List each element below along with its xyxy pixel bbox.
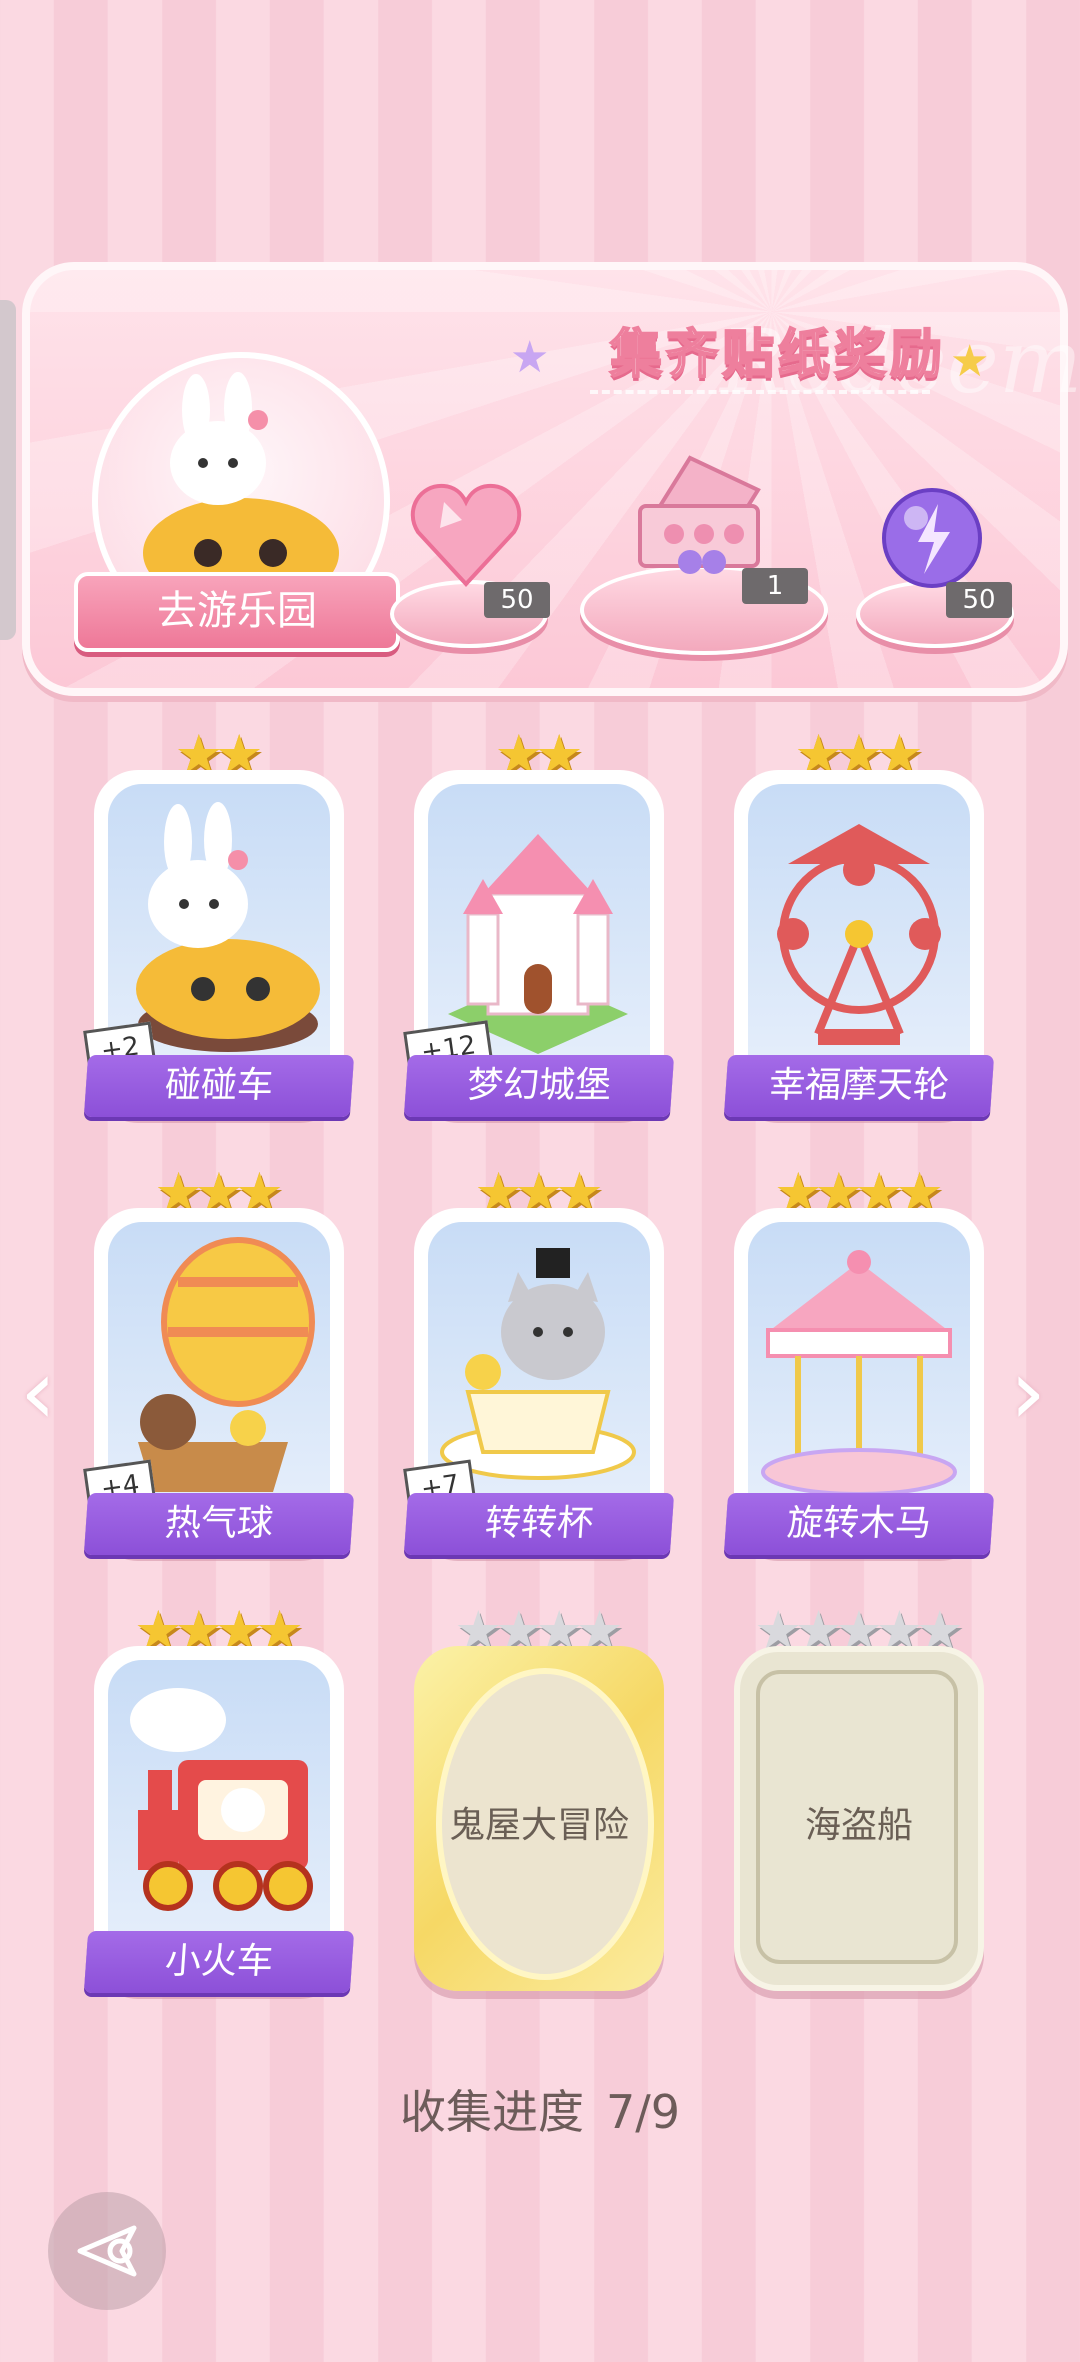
sticker-card-dream-castle[interactable]: ★★ +12 梦幻城堡 <box>403 728 675 1117</box>
back-button[interactable] <box>48 2192 166 2310</box>
chevron-left-icon[interactable]: ‹ <box>20 1340 56 1445</box>
progress-label: 收集进度 <box>399 2085 584 2139</box>
gift-box-icon[interactable] <box>630 450 770 584</box>
reward-count: 1 <box>742 568 808 604</box>
reward-title: 集齐贴纸奖励 <box>609 324 947 386</box>
carousel-art <box>748 1222 970 1538</box>
sticker-card-carousel[interactable]: ★★★★ 旋转木马 <box>723 1166 995 1555</box>
locked-card-name: 海盗船 <box>804 1805 913 1846</box>
sticker-card-pirate-ship-locked[interactable]: ★★★★★ 海盗船 <box>734 1604 984 1991</box>
sticker-card-bumper-car[interactable]: ★★ +2 碰碰车 <box>83 728 355 1117</box>
card-name-banner: 小火车 <box>83 1931 355 1993</box>
reward-count: 50 <box>484 582 550 618</box>
sticker-card-hot-air-balloon[interactable]: ★★★ +4 热气球 <box>83 1166 355 1555</box>
go-to-amusement-park-button[interactable]: 去游乐园 <box>74 572 400 652</box>
card-name-banner: 幸福摩天轮 <box>723 1055 995 1117</box>
sticker-card-ferris-wheel[interactable]: ★★★ 幸福摩天轮 <box>723 728 995 1117</box>
locked-card-name: 鬼屋大冒险 <box>448 1805 629 1846</box>
ferris-wheel-art <box>748 784 970 1100</box>
card-name-banner: 转转杯 <box>403 1493 675 1555</box>
chevron-right-icon[interactable]: › <box>1010 1340 1046 1445</box>
purple-lightning-orb-icon[interactable] <box>880 486 984 594</box>
card-name-banner: 热气球 <box>83 1493 355 1555</box>
purple-star-icon: ★ <box>510 332 550 383</box>
train-art <box>108 1660 330 1976</box>
card-name-banner: 梦幻城堡 <box>403 1055 675 1117</box>
progress-value: 7/9 <box>605 2085 681 2139</box>
collection-progress: 收集进度 7/9 <box>0 2076 1080 2142</box>
title-dashes <box>590 390 930 398</box>
back-arrow-icon <box>77 2225 137 2277</box>
sticker-card-teacup[interactable]: ★★★ +7 转转杯 <box>403 1166 675 1555</box>
sticker-card-haunted-house-locked[interactable]: ★★★★ 鬼屋大冒险 <box>414 1604 664 1991</box>
sticker-card-little-train[interactable]: ★★★★ 小火车 <box>83 1604 355 1993</box>
reward-count: 50 <box>946 582 1012 618</box>
card-name-banner: 旋转木马 <box>723 1493 995 1555</box>
pink-heart-gem-icon[interactable] <box>410 480 522 594</box>
card-name-banner: 碰碰车 <box>83 1055 355 1117</box>
sticker-reward-panel: Redeem ★ ★ 集齐贴纸奖励 去游乐园 50 1 50 <box>22 262 1080 696</box>
side-drawer-handle[interactable] <box>0 300 16 640</box>
